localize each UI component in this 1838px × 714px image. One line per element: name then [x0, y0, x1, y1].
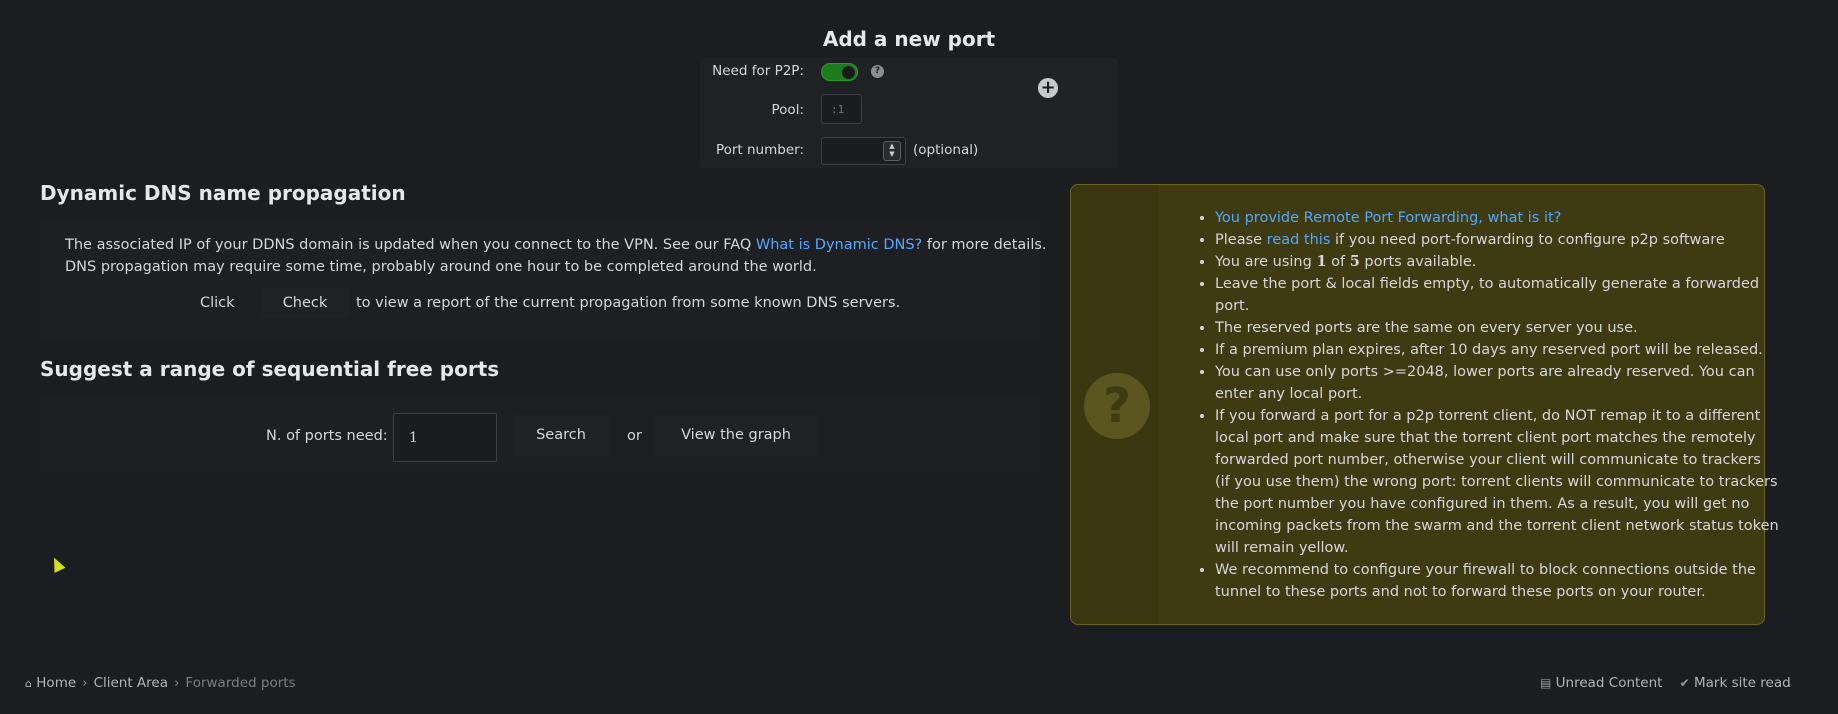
info-item: You can use only ports >=2048, lower por…: [1215, 361, 1780, 405]
info-text: You are using: [1215, 254, 1317, 270]
or-label: or: [627, 428, 642, 444]
breadcrumb: ⌂ Home › Client Area › Forwarded ports: [25, 675, 296, 691]
unread-content-link[interactable]: Unread Content: [1556, 675, 1663, 691]
ddns-title: Dynamic DNS name propagation: [40, 181, 406, 205]
remote-forwarding-link[interactable]: You provide Remote Port Forwarding, what…: [1215, 210, 1561, 226]
ddns-faq-link[interactable]: What is Dynamic DNS?: [756, 237, 922, 253]
port-spinner[interactable]: ▲ ▼: [883, 141, 901, 161]
chevron-right-icon: ›: [82, 675, 88, 691]
ddns-description: The associated IP of your DDNS domain is…: [65, 234, 1047, 256]
ddns-text-pre: The associated IP of your DDNS domain is…: [65, 237, 756, 253]
toggle-knob: [842, 66, 855, 79]
mouse-cursor: [48, 555, 66, 573]
info-text: ports available.: [1359, 254, 1477, 270]
read-this-link[interactable]: read this: [1267, 232, 1331, 248]
suggest-title: Suggest a range of sequential free ports: [40, 357, 500, 381]
info-item: Leave the port & local fields empty, to …: [1215, 273, 1780, 317]
search-button[interactable]: Search: [513, 414, 609, 456]
breadcrumb-client-area[interactable]: Client Area: [94, 675, 168, 691]
add-port-title: Add a new port: [822, 27, 996, 51]
pool-input[interactable]: [821, 94, 862, 124]
unread-icon: ▤: [1540, 676, 1552, 690]
optional-note: (optional): [913, 142, 979, 158]
info-text: if you need port-forwarding to configure…: [1330, 232, 1725, 248]
footer-actions: ▤ Unread Content ✔ Mark site read: [1540, 675, 1791, 691]
info-item: The reserved ports are the same on every…: [1215, 317, 1780, 339]
info-text: Please: [1215, 232, 1267, 248]
ports-used-count: 1: [1316, 253, 1327, 270]
check-button[interactable]: Check: [261, 288, 349, 318]
chevron-right-icon: ›: [174, 675, 180, 691]
home-icon: ⌂: [25, 677, 32, 690]
ddns-propagation-note: DNS propagation may require some time, p…: [65, 259, 817, 275]
info-item: If a premium plan expires, after 10 days…: [1215, 339, 1780, 361]
info-item: You provide Remote Port Forwarding, what…: [1215, 207, 1780, 229]
check-description: to view a report of the current propagat…: [356, 295, 901, 311]
help-icon[interactable]: ?: [871, 65, 884, 78]
pool-label: Pool:: [771, 102, 804, 118]
view-graph-button[interactable]: View the graph: [655, 414, 817, 456]
mark-site-read-link[interactable]: Mark site read: [1694, 675, 1791, 691]
p2p-label: Need for P2P:: [712, 63, 804, 79]
info-item: We recommend to configure your firewall …: [1215, 559, 1780, 603]
ports-count-label: N. of ports need:: [266, 428, 388, 444]
question-circle-icon: ?: [1084, 373, 1150, 439]
info-item: If you forward a port for a p2p torrent …: [1215, 405, 1780, 559]
breadcrumb-current: Forwarded ports: [185, 675, 296, 691]
p2p-toggle[interactable]: [821, 63, 858, 81]
click-label: Click: [200, 295, 235, 311]
plus-circle-icon[interactable]: +: [1038, 78, 1058, 98]
breadcrumb-home[interactable]: Home: [36, 675, 76, 691]
info-list: You provide Remote Port Forwarding, what…: [1190, 207, 1780, 603]
ports-count-input[interactable]: [393, 413, 497, 462]
port-number-label: Port number:: [715, 142, 804, 158]
check-icon: ✔: [1679, 676, 1690, 690]
ports-total-count: 5: [1349, 253, 1360, 270]
info-item: You are using 1 of 5 ports available.: [1215, 251, 1780, 273]
info-text: of: [1326, 254, 1350, 270]
ddns-text-post: for more details.: [922, 237, 1047, 253]
info-item: Please read this if you need port-forwar…: [1215, 229, 1780, 251]
